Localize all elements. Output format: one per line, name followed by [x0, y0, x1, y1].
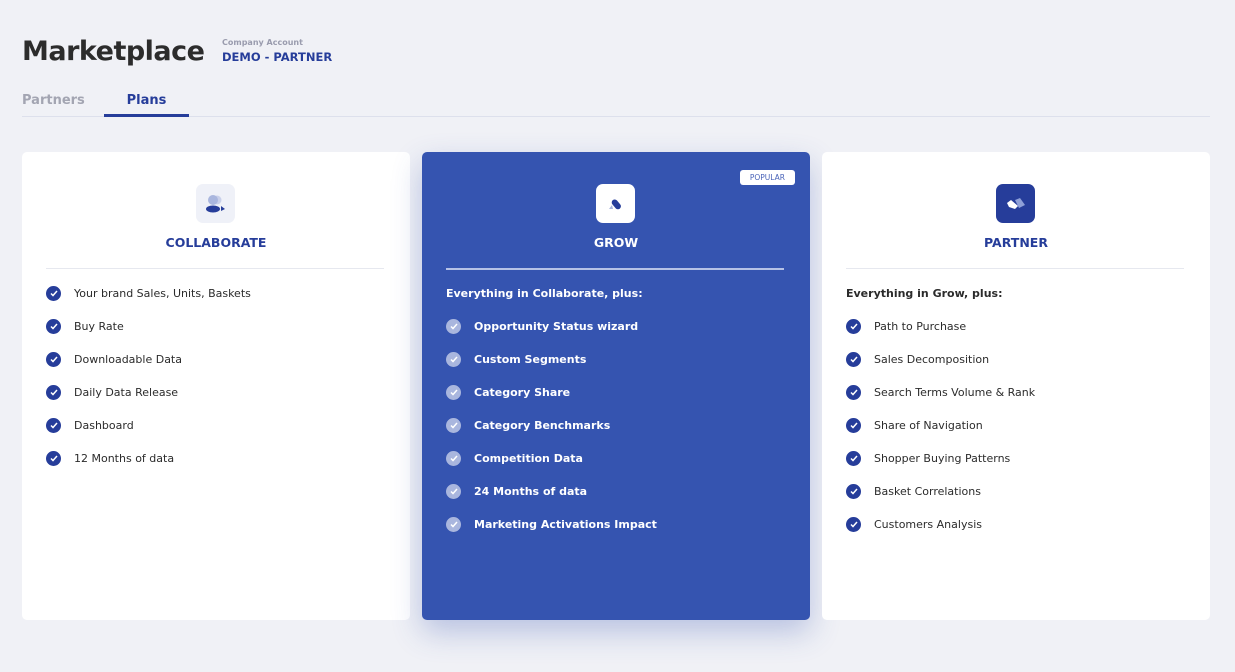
feature-item: 12 Months of data: [46, 451, 251, 484]
users-icon: [196, 184, 235, 223]
handshake-icon: [996, 184, 1035, 223]
feature-label: Share of Navigation: [874, 419, 983, 432]
feature-list: Everything in Grow, plus: Path to Purchas…: [846, 286, 1035, 550]
check-icon: [46, 451, 61, 466]
feature-item: Dashboard: [46, 418, 251, 451]
divider: [446, 268, 784, 270]
plan-card-grow[interactable]: POPULAR GROW Everything in Collaborate, …: [422, 152, 810, 620]
feature-item: Downloadable Data: [46, 352, 251, 385]
feature-item: Shopper Buying Patterns: [846, 451, 1035, 484]
feature-item: Sales Decomposition: [846, 352, 1035, 385]
check-icon: [846, 451, 861, 466]
feature-intro: Everything in Grow, plus:: [846, 287, 1003, 300]
divider: [46, 268, 384, 269]
check-icon: [846, 517, 861, 532]
feature-item: Customers Analysis: [846, 517, 1035, 550]
plan-card-collaborate[interactable]: COLLABORATE Your brand Sales, Units, Bas…: [22, 152, 410, 620]
feature-item: Opportunity Status wizard: [446, 319, 657, 352]
feature-label: Category Share: [474, 386, 571, 399]
feature-label: Competition Data: [474, 452, 583, 465]
feature-label: Customers Analysis: [874, 518, 982, 531]
feature-item: Daily Data Release: [46, 385, 251, 418]
feature-item: Your brand Sales, Units, Baskets: [46, 286, 251, 319]
tab-bar: Partners Plans: [22, 93, 1210, 117]
company-account-label: Company Account: [222, 38, 303, 47]
feature-label: Marketing Activations Impact: [474, 518, 657, 531]
feature-list: Everything in Collaborate, plus: Opportun…: [446, 286, 657, 550]
check-icon: [846, 385, 861, 400]
feature-label: 24 Months of data: [474, 485, 588, 498]
feature-label: Sales Decomposition: [874, 353, 990, 366]
popular-badge: POPULAR: [739, 170, 795, 185]
check-icon: [446, 517, 461, 532]
plan-card-partner[interactable]: PARTNER Everything in Grow, plus: Path to…: [822, 152, 1210, 620]
feature-item: Path to Purchase: [846, 319, 1035, 352]
check-icon: [846, 352, 861, 367]
grow-icon: [596, 184, 635, 223]
feature-item: Search Terms Volume & Rank: [846, 385, 1035, 418]
feature-item: Competition Data: [446, 451, 657, 484]
plan-title: COLLABORATE: [165, 235, 267, 250]
feature-label: Custom Segments: [474, 353, 587, 366]
plan-title: GROW: [593, 235, 639, 250]
check-icon: [446, 319, 461, 334]
feature-intro: Everything in Collaborate, plus:: [446, 287, 643, 300]
check-icon: [846, 484, 861, 499]
feature-label: Opportunity Status wizard: [474, 320, 639, 333]
tab-plans[interactable]: Plans: [104, 93, 189, 117]
check-icon: [846, 319, 861, 334]
feature-label: Downloadable Data: [74, 353, 182, 366]
page-title: Marketplace: [22, 36, 205, 67]
check-icon: [446, 484, 461, 499]
check-icon: [846, 418, 861, 433]
feature-label: Dashboard: [74, 419, 134, 432]
feature-item: Share of Navigation: [846, 418, 1035, 451]
feature-label: 12 Months of data: [74, 452, 175, 465]
company-account-value: DEMO - PARTNER: [222, 50, 333, 64]
tab-partners[interactable]: Partners: [22, 93, 85, 117]
feature-label: Shopper Buying Patterns: [874, 452, 1011, 465]
feature-label: Path to Purchase: [874, 320, 967, 333]
feature-label: Category Benchmarks: [474, 419, 611, 432]
feature-list: Your brand Sales, Units, Baskets Buy Rate…: [46, 286, 251, 484]
check-icon: [446, 451, 461, 466]
plan-title: PARTNER: [984, 235, 1048, 250]
feature-label: Search Terms Volume & Rank: [874, 386, 1036, 399]
check-icon: [46, 286, 61, 301]
feature-label: Your brand Sales, Units, Baskets: [74, 287, 251, 300]
check-icon: [446, 418, 461, 433]
feature-item: Basket Correlations: [846, 484, 1035, 517]
check-icon: [446, 385, 461, 400]
check-icon: [46, 418, 61, 433]
feature-item: Category Share: [446, 385, 657, 418]
feature-item: Category Benchmarks: [446, 418, 657, 451]
feature-item: Marketing Activations Impact: [446, 517, 657, 550]
feature-label: Basket Correlations: [874, 485, 981, 498]
check-icon: [46, 385, 61, 400]
check-icon: [46, 352, 61, 367]
feature-item: 24 Months of data: [446, 484, 657, 517]
feature-item: Custom Segments: [446, 352, 657, 385]
check-icon: [446, 352, 461, 367]
divider: [846, 268, 1184, 269]
check-icon: [46, 319, 61, 334]
feature-label: Buy Rate: [74, 320, 124, 333]
feature-label: Daily Data Release: [74, 386, 179, 399]
feature-item: Buy Rate: [46, 319, 251, 352]
